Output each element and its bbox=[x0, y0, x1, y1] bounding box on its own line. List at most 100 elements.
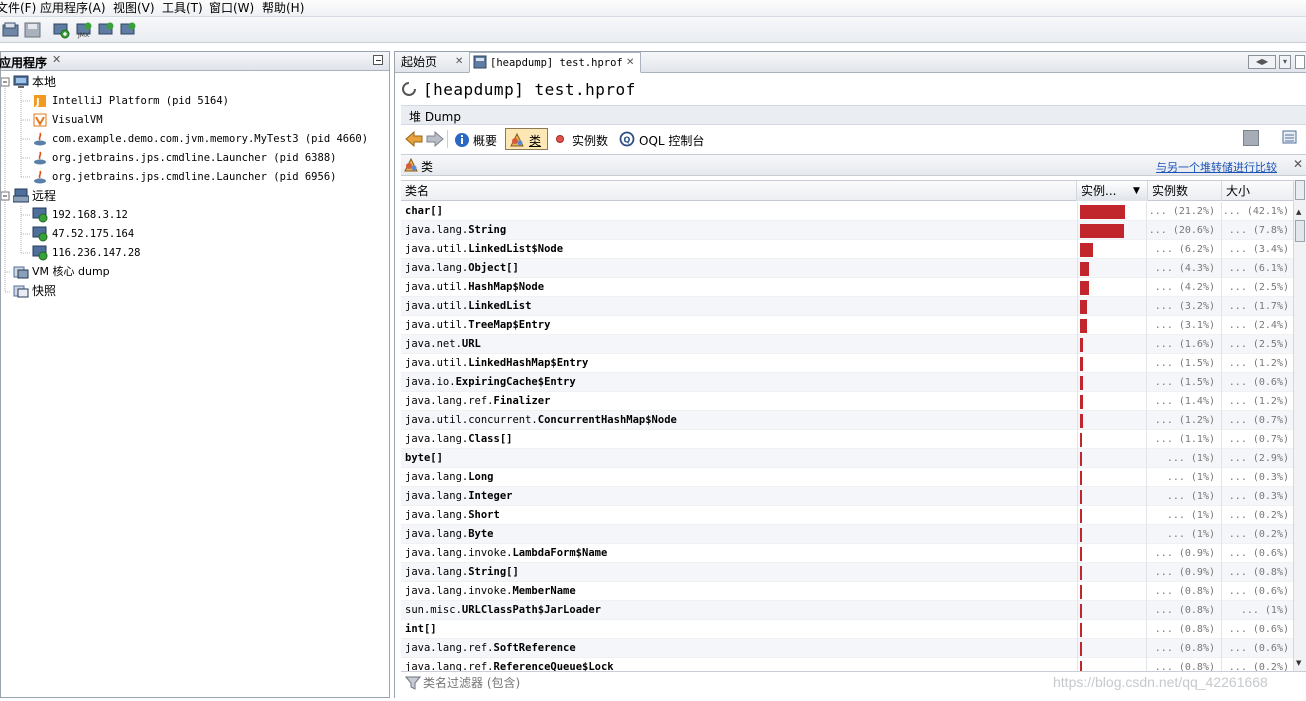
menu-file[interactable]: 文件(F) bbox=[0, 1, 36, 15]
table-row[interactable]: java.io.ExpiringCache$Entry ... (1.5%)...… bbox=[401, 373, 1293, 392]
close-classes-icon[interactable]: ✕ bbox=[1293, 157, 1303, 171]
class-name-cell: java.lang.String[] bbox=[405, 563, 519, 582]
table-row[interactable]: java.util.LinkedHashMap$Entry ... (1.5%).… bbox=[401, 354, 1293, 373]
package-name: java.io. bbox=[405, 376, 456, 388]
table-row[interactable]: java.lang.ref.Finalizer ... (1.4%) ... (1.… bbox=[401, 392, 1293, 411]
settings-icon[interactable] bbox=[1281, 129, 1299, 150]
table-row[interactable]: java.util.LinkedList ... (3.2%) ... (1.7%) bbox=[401, 297, 1293, 316]
classes-view-button[interactable]: 类 bbox=[505, 128, 548, 150]
package-name: java.lang.ref. bbox=[405, 395, 494, 407]
instances-bar bbox=[1080, 357, 1083, 371]
table-row[interactable]: java.lang.Object[] ... (4.3%) ... (6.1%) bbox=[401, 259, 1293, 278]
filter-icon[interactable] bbox=[404, 675, 422, 694]
tab-start-page[interactable]: 起始页 ✕ bbox=[401, 52, 467, 73]
table-row[interactable]: int[] ... (0.8%) ... (0.6%) bbox=[401, 620, 1293, 639]
table-row[interactable]: java.lang.invoke.LambdaForm$Name ... (0.9… bbox=[401, 544, 1293, 563]
back-arrow-icon[interactable] bbox=[405, 130, 423, 150]
package-name: java.util. bbox=[405, 319, 469, 331]
class-simple-name: ExpiringCache$Entry bbox=[455, 376, 576, 388]
instances-count-cell: ... (4.3%) bbox=[1148, 259, 1222, 278]
scroll-up-icon[interactable]: ▲ bbox=[1296, 208, 1301, 216]
column-instances-bar[interactable]: 实例... ▼ bbox=[1077, 181, 1148, 201]
scroll-down-icon[interactable]: ▼ bbox=[1296, 659, 1301, 667]
add-vm-coredump-icon[interactable] bbox=[97, 21, 115, 39]
instances-bar-cell bbox=[1077, 658, 1147, 671]
instances-bar-cell bbox=[1077, 525, 1147, 544]
table-row[interactable]: java.lang.Long ... (1%) ... (0.3%) bbox=[401, 468, 1293, 487]
tab-scroll-arrows-icon[interactable]: ◀▶ bbox=[1248, 55, 1276, 69]
close-panel-icon[interactable]: ✕ bbox=[52, 53, 61, 66]
table-row[interactable]: char[] ... (21.2%)... (42.1%) bbox=[401, 202, 1293, 221]
applications-panel-title: 应用程序 bbox=[0, 56, 48, 70]
menu-tools[interactable]: 工具(T) bbox=[162, 1, 203, 15]
oql-icon: Q bbox=[619, 131, 635, 150]
tab-list-icon[interactable]: ▾ bbox=[1279, 55, 1291, 69]
instances-bar-cell bbox=[1077, 240, 1147, 259]
class-name-cell: java.util.TreeMap$Entry bbox=[405, 316, 550, 335]
class-filter-input[interactable] bbox=[423, 673, 1023, 692]
table-row[interactable]: byte[] ... (1%) ... (2.9%) bbox=[401, 449, 1293, 468]
compare-heapdump-link[interactable]: 与另一个堆转储进行比较 bbox=[1156, 159, 1277, 175]
size-cell: ... (1%) bbox=[1240, 605, 1289, 616]
classes-view-label: 类 bbox=[529, 134, 542, 148]
close-tab-icon[interactable]: ✕ bbox=[626, 53, 634, 73]
classes-table-body: char[]... (21.2%)... (42.1%) java.lang.St… bbox=[401, 202, 1293, 671]
table-row[interactable]: java.lang.ref.ReferenceQueue$Lock ... (0.… bbox=[401, 658, 1293, 671]
view-switcher-toolbar: 概要 类 实例数 Q OQL 控制台 bbox=[401, 126, 1306, 154]
menu-view[interactable]: 视图(V) bbox=[113, 1, 155, 15]
menu-application[interactable]: 应用程序(A) bbox=[40, 1, 106, 15]
instances-bar bbox=[1080, 528, 1082, 542]
table-row[interactable]: java.lang.String ... (20.6%) ... (7.8%) bbox=[401, 221, 1293, 240]
class-simple-name: byte[] bbox=[405, 452, 443, 464]
forward-arrow-icon[interactable] bbox=[426, 130, 444, 150]
instances-count-cell: ... (20.6%) bbox=[1148, 221, 1222, 240]
instances-count-cell: ... (3.2%) bbox=[1148, 297, 1222, 316]
table-row[interactable]: java.util.LinkedList$Node ... (6.2%) ... (… bbox=[401, 240, 1293, 259]
add-remote-host-icon[interactable]: JMX bbox=[75, 21, 93, 39]
table-row[interactable]: java.util.HashMap$Node ... (4.2%) ... (2.5… bbox=[401, 278, 1293, 297]
instances-count-cell: ... (0.9%) bbox=[1148, 544, 1222, 563]
open-file-icon[interactable] bbox=[2, 21, 20, 39]
table-row[interactable]: java.util.concurrent.ConcurrentHashMap$N… bbox=[401, 411, 1293, 430]
svg-text:Q: Q bbox=[624, 136, 631, 145]
instances-bar-cell bbox=[1077, 620, 1147, 639]
tree-node-label: 远程 bbox=[32, 189, 57, 203]
maximize-icon[interactable] bbox=[1295, 55, 1305, 69]
table-row[interactable]: sun.misc.URLClassPath$JarLoader ... (0.8%… bbox=[401, 601, 1293, 620]
save-snapshot-icon[interactable] bbox=[24, 21, 42, 39]
instances-count-cell: ... (1%) bbox=[1148, 468, 1222, 487]
vertical-scrollbar[interactable]: ▲ ▼ bbox=[1293, 180, 1306, 671]
package-name: java.lang.ref. bbox=[405, 661, 494, 671]
table-row[interactable]: java.lang.invoke.MemberName ... (0.8%)...… bbox=[401, 582, 1293, 601]
scroll-column-selector-icon[interactable] bbox=[1295, 180, 1305, 200]
add-jmx-connection-icon[interactable] bbox=[52, 21, 70, 39]
close-tab-icon[interactable]: ✕ bbox=[455, 52, 463, 72]
instances-bar-cell bbox=[1077, 487, 1147, 506]
tab-heapdump[interactable]: [heapdump] test.hprof ✕ bbox=[469, 52, 641, 73]
minimize-panel-icon[interactable] bbox=[373, 55, 383, 65]
size-cell: ... (1.7%) bbox=[1228, 301, 1289, 312]
classes-header-bar: 类 与另一个堆转储进行比较 ✕ bbox=[401, 154, 1306, 176]
table-row[interactable]: java.lang.Integer ... (1%) ... (0.3%) bbox=[401, 487, 1293, 506]
class-simple-name: char[] bbox=[405, 205, 443, 217]
table-row[interactable]: java.util.TreeMap$Entry ... (3.1%) ... (2.… bbox=[401, 316, 1293, 335]
menu-help[interactable]: 帮助(H) bbox=[262, 1, 304, 15]
scroll-thumb[interactable] bbox=[1295, 220, 1305, 242]
add-snapshot-icon[interactable] bbox=[119, 21, 137, 39]
column-size[interactable]: 大小 bbox=[1222, 181, 1293, 201]
table-row[interactable]: java.lang.Class[] ... (1.1%) ... (0.7%) bbox=[401, 430, 1293, 449]
table-row[interactable]: java.lang.Short ... (1%) ... (0.2%) bbox=[401, 506, 1293, 525]
save-heap-icon[interactable] bbox=[1243, 130, 1259, 146]
table-row[interactable]: java.net.URL ... (1.6%) ... (2.5%) bbox=[401, 335, 1293, 354]
table-row[interactable]: java.lang.String[] ... (0.9%) ... (0.8%) bbox=[401, 563, 1293, 582]
table-row[interactable]: java.lang.ref.SoftReference ... (0.8%)...… bbox=[401, 639, 1293, 658]
class-simple-name: LinkedList$Node bbox=[468, 243, 564, 255]
column-class-name[interactable]: 类名 bbox=[401, 181, 1077, 201]
menu-window[interactable]: 窗口(W) bbox=[209, 1, 254, 15]
table-row[interactable]: java.lang.Byte ... (1%) ... (0.2%) bbox=[401, 525, 1293, 544]
size-cell: ... (0.6%) bbox=[1228, 586, 1289, 597]
menu-bar: 文件(F) 应用程序(A) 视图(V) 工具(T) 窗口(W) 帮助(H) bbox=[0, 0, 1306, 17]
heap-dump-label: 堆 Dump bbox=[409, 110, 461, 124]
instances-bar-cell bbox=[1077, 259, 1147, 278]
column-instances[interactable]: 实例数 bbox=[1148, 181, 1222, 201]
